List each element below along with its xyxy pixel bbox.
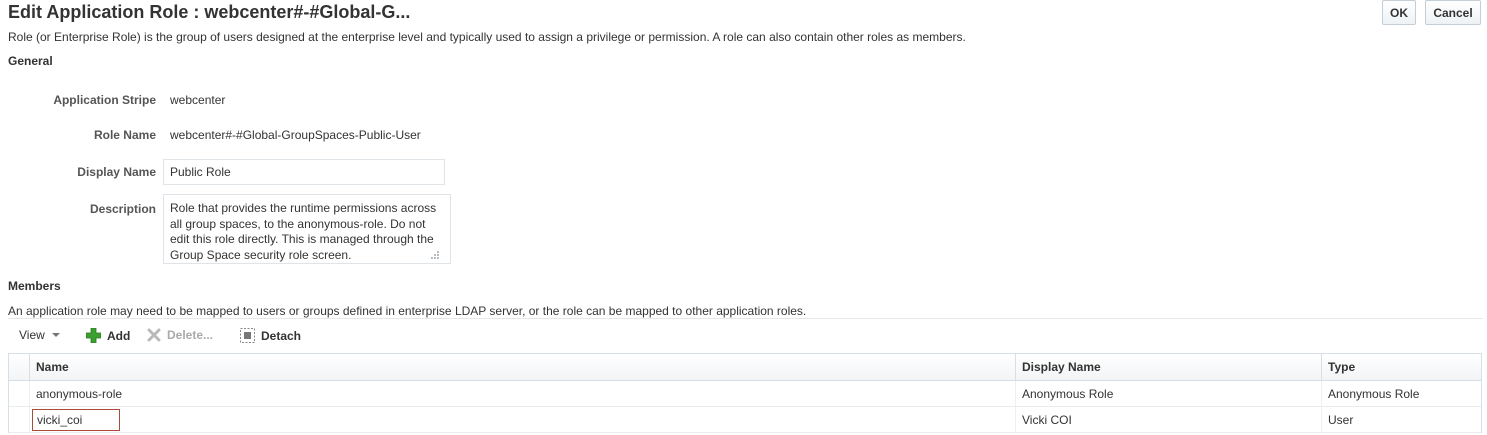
cell-type: User [1321,407,1481,432]
application-stripe-label: Application Stripe [53,93,156,107]
column-header-type[interactable]: Type [1321,354,1481,380]
detach-icon [240,328,255,343]
cell-display-name: Anonymous Role [1015,381,1321,406]
application-stripe-value: webcenter [170,93,226,107]
members-heading: Members [8,279,61,293]
members-table: Name Display Name Type anonymous-role An… [8,353,1482,433]
detach-button[interactable]: Detach [240,328,301,343]
role-name-label: Role Name [93,128,156,142]
row-selector-header [9,354,29,380]
resize-grip-icon[interactable] [428,250,440,261]
display-name-field[interactable] [163,159,445,185]
general-heading: General [8,54,53,68]
ok-button[interactable]: OK [1382,0,1416,25]
cell-name: anonymous-role [29,381,1015,406]
table-row[interactable]: Vicki COI User [9,407,1481,433]
row-selector[interactable] [9,381,29,406]
cell-name [29,407,1015,432]
display-name-label: Display Name [77,165,156,179]
cell-type: Anonymous Role [1321,381,1481,406]
plus-icon [86,328,101,343]
column-header-name[interactable]: Name [29,354,1015,380]
chevron-down-icon [51,333,60,337]
member-name-input[interactable] [32,409,120,431]
intro-text: Role (or Enterprise Role) is the group o… [8,30,966,44]
column-header-display-name[interactable]: Display Name [1015,354,1321,380]
add-button[interactable]: Add [86,328,130,343]
row-selector[interactable] [9,407,29,432]
page-title: Edit Application Role : webcenter#-#Glob… [8,2,411,22]
cell-display-name: Vicki COI [1015,407,1321,432]
delete-button-label: Delete... [167,328,214,342]
table-header: Name Display Name Type [9,354,1481,381]
detach-button-label: Detach [261,328,302,343]
view-menu[interactable]: View [19,328,61,342]
description-field[interactable]: Role that provides the runtime permissio… [163,194,451,264]
description-label: Description [89,202,156,216]
add-button-label: Add [107,328,131,343]
cancel-button[interactable]: Cancel [1425,0,1481,25]
table-row[interactable]: anonymous-role Anonymous Role Anonymous … [9,381,1481,407]
members-info-text: An application role may need to be mappe… [8,304,807,318]
x-icon [147,328,161,342]
role-name-value: webcenter#-#Global-GroupSpaces-Public-Us… [170,128,421,142]
members-toolbar: View Add Delete... Detach [8,318,1483,351]
view-menu-label: View [19,328,45,342]
delete-button[interactable]: Delete... [147,328,213,342]
